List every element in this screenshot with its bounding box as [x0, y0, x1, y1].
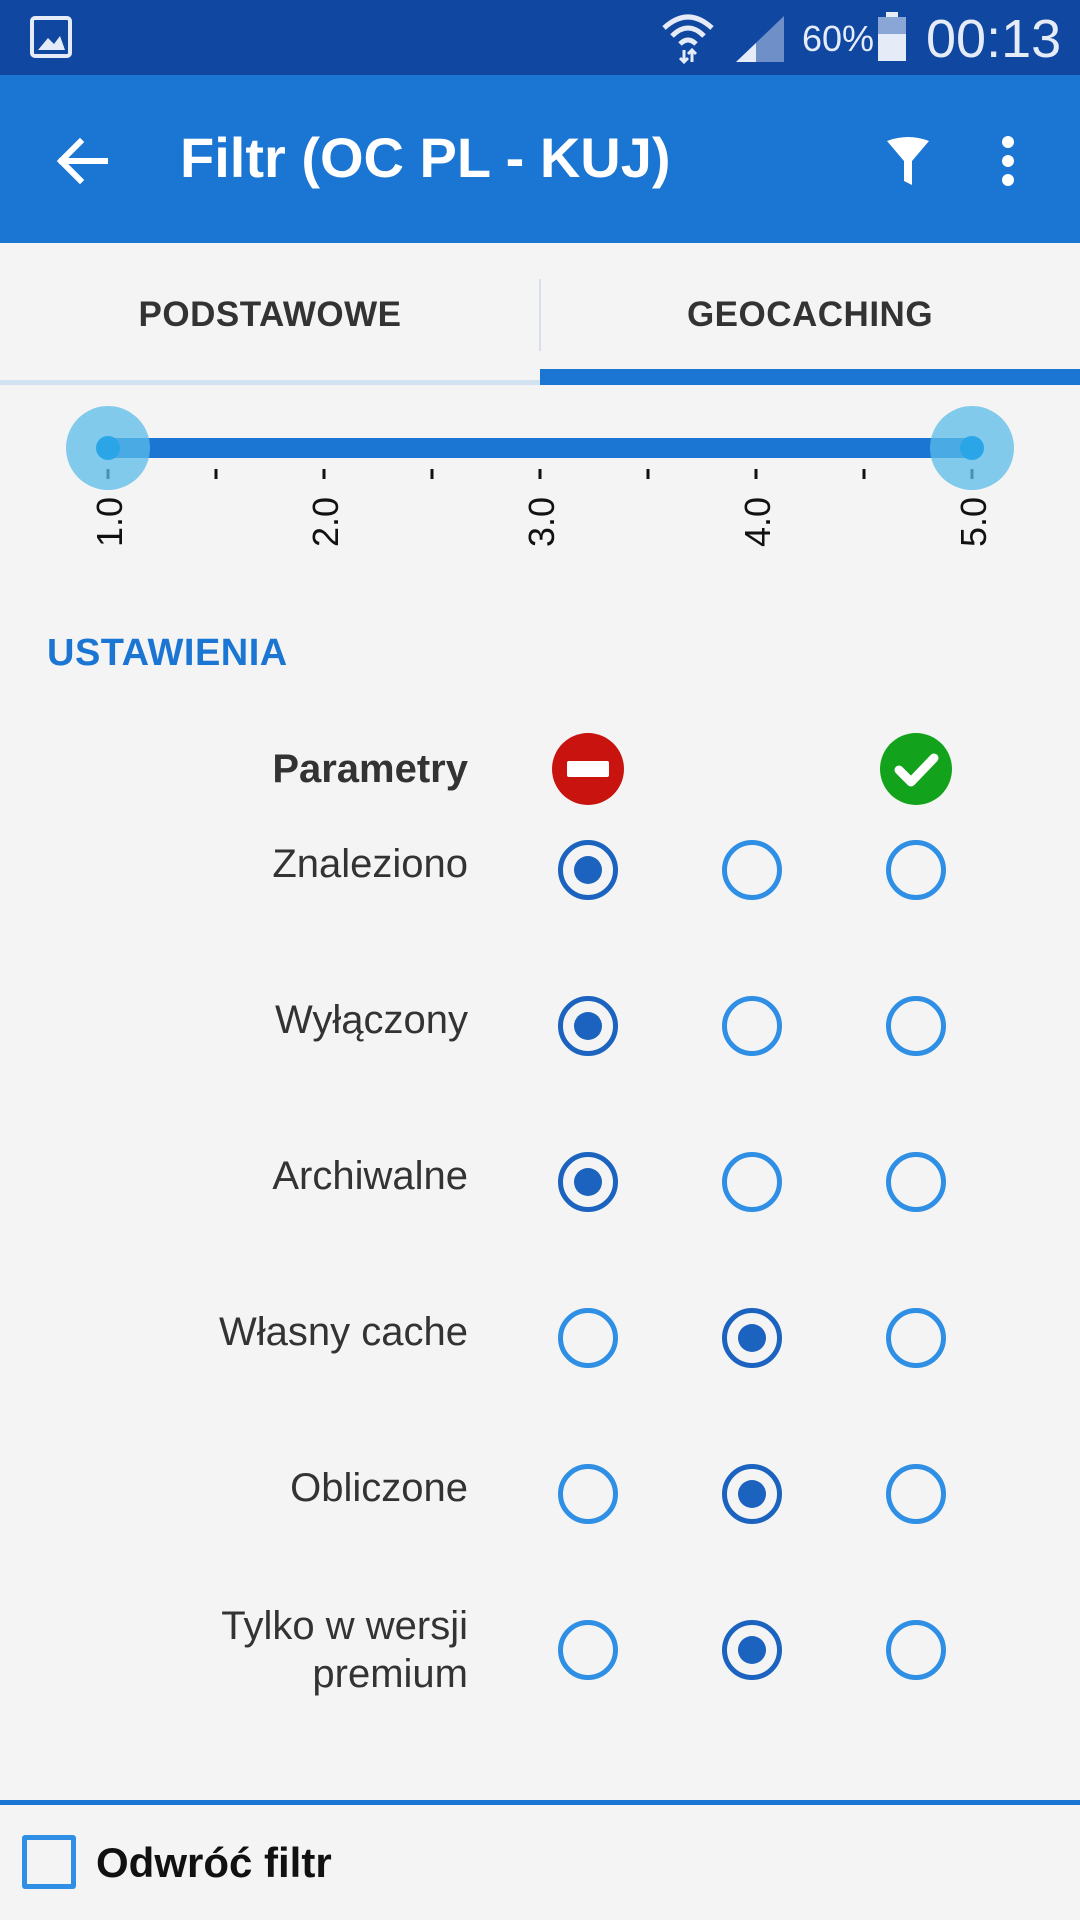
radio-any[interactable] [722, 1620, 782, 1680]
tab-podstawowe[interactable]: PODSTAWOWE [0, 243, 540, 387]
battery-icon [878, 12, 906, 61]
radio-selected-dot [574, 1168, 602, 1196]
bottom-bar: Odwróć filtr [0, 1800, 1080, 1920]
radio-exclude[interactable] [558, 840, 618, 900]
no-entry-icon [552, 733, 624, 805]
radio-any[interactable] [722, 996, 782, 1056]
invert-filter-checkbox[interactable] [22, 1835, 76, 1889]
radio-any[interactable] [722, 1308, 782, 1368]
radio-exclude[interactable] [558, 1152, 618, 1212]
radio-include[interactable] [886, 996, 946, 1056]
check-circle-icon [880, 733, 952, 805]
slider-minor-tick [430, 469, 434, 479]
radio-selected-dot [738, 1480, 766, 1508]
radio-include[interactable] [886, 1620, 946, 1680]
radio-include[interactable] [886, 840, 946, 900]
slider-tick-mark [538, 469, 542, 479]
radio-exclude[interactable] [558, 996, 618, 1056]
section-title-settings: USTAWIENIA [47, 632, 288, 674]
arrow-left-icon [56, 138, 108, 184]
filter-button[interactable] [866, 119, 950, 203]
slider-tick-mark [754, 469, 758, 479]
setting-row-label: Własny cache [219, 1310, 468, 1354]
setting-row-label: Archiwalne [272, 1154, 468, 1198]
slider-minor-tick [214, 469, 218, 479]
radio-selected-dot [574, 856, 602, 884]
clock: 00:13 [926, 9, 1062, 69]
parameters-header: Parametry [272, 747, 468, 791]
radio-exclude[interactable] [558, 1464, 618, 1524]
app-bar: Filtr (OC PL - KUJ) [0, 75, 1080, 243]
back-button[interactable] [40, 119, 124, 203]
slider-tick-label: 1.0 [89, 497, 130, 547]
radio-include[interactable] [886, 1464, 946, 1524]
tab-geocaching[interactable]: GEOCACHING [540, 243, 1080, 387]
radio-any[interactable] [722, 1152, 782, 1212]
radio-selected-dot [738, 1636, 766, 1664]
invert-filter-label[interactable]: Odwróć filtr [96, 1839, 332, 1887]
slider-minor-tick [862, 469, 866, 479]
setting-row-label: Obliczone [290, 1466, 468, 1510]
radio-exclude[interactable] [558, 1308, 618, 1368]
funnel-icon [887, 137, 929, 185]
range-slider[interactable]: 1.0 2.0 3.0 4.0 5.0 [0, 387, 1080, 567]
radio-selected-dot [738, 1324, 766, 1352]
slider-tick-label: 2.0 [305, 497, 346, 547]
radio-exclude[interactable] [558, 1620, 618, 1680]
slider-tick-label: 4.0 [737, 497, 778, 547]
wifi-icon [662, 14, 714, 64]
radio-include[interactable] [886, 1308, 946, 1368]
tab-indicator-inactive [0, 380, 540, 385]
more-vertical-icon [1002, 136, 1014, 186]
tab-indicator-active [540, 369, 1080, 385]
radio-include[interactable] [886, 1152, 946, 1212]
image-icon [30, 16, 72, 58]
slider-thumb-min-core [96, 436, 120, 460]
radio-any[interactable] [722, 1464, 782, 1524]
page-title: Filtr (OC PL - KUJ) [180, 126, 671, 189]
radio-selected-dot [574, 1012, 602, 1040]
signal-icon [736, 16, 784, 62]
radio-any[interactable] [722, 840, 782, 900]
slider-tick-label: 3.0 [521, 497, 562, 547]
overflow-menu-button[interactable] [968, 119, 1048, 203]
slider-tick-mark [322, 469, 326, 479]
slider-minor-tick [646, 469, 650, 479]
battery-percent: 60% [802, 18, 875, 59]
slider-tick-label: 5.0 [953, 497, 994, 547]
setting-row-label: Znaleziono [272, 842, 468, 886]
status-bar: 60% 00:13 [0, 0, 1080, 75]
slider-thumb-max-core [960, 436, 984, 460]
slider-track [108, 438, 972, 458]
tab-bar: PODSTAWOWE GEOCACHING [0, 243, 1080, 387]
setting-row-label: Tylko w wersji premium [221, 1604, 468, 1696]
setting-row-label: Wyłączony [274, 998, 468, 1042]
